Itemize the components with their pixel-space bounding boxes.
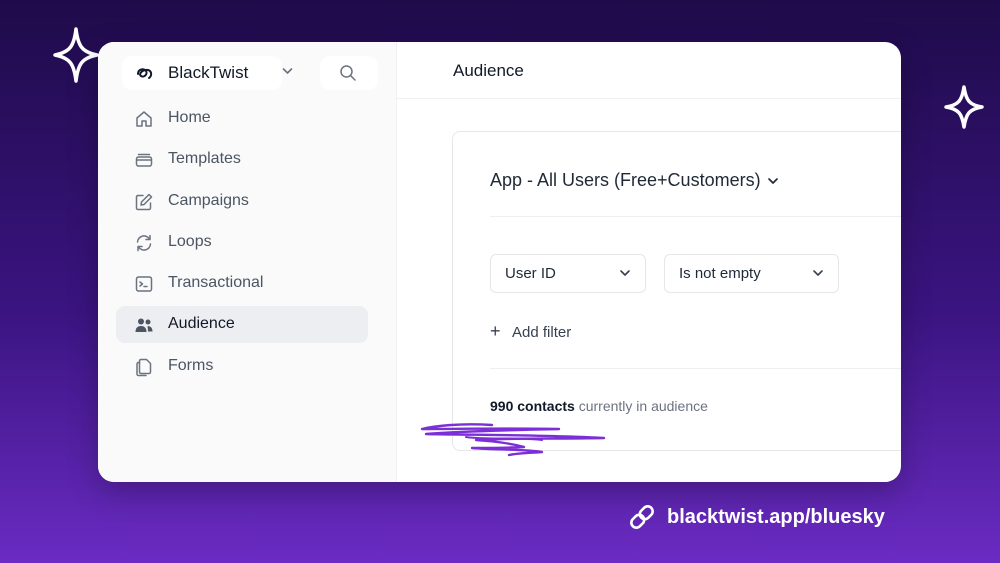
sidebar-item-templates[interactable]: Templates: [116, 141, 368, 178]
link-icon: [630, 505, 654, 529]
app-window: BlackTwist Home Templates Campaigns Loop…: [98, 42, 901, 482]
filter-operator-select[interactable]: Is not empty: [664, 254, 839, 293]
sidebar-item-forms[interactable]: Forms: [116, 348, 368, 385]
home-icon: [136, 111, 152, 127]
logo-icon: [137, 68, 153, 79]
sidebar-item-home[interactable]: Home: [116, 100, 368, 137]
main-content: Audience App - All Users (Free+Customers…: [396, 42, 901, 482]
sidebar-item-label: Campaigns: [168, 191, 249, 209]
divider: [490, 368, 901, 369]
sidebar-item-loops[interactable]: Loops: [116, 224, 368, 261]
chevron-down-icon: [767, 178, 778, 185]
sidebar: BlackTwist Home Templates Campaigns Loop…: [98, 42, 397, 482]
search-icon: [340, 65, 356, 81]
audience-count: 990 contacts currently in audience: [490, 398, 708, 414]
chevron-down-icon: [620, 270, 630, 276]
add-filter-label: Add filter: [512, 324, 572, 341]
sidebar-item-campaigns[interactable]: Campaigns: [116, 183, 368, 220]
sidebar-item-transactional[interactable]: Transactional: [116, 265, 368, 302]
divider: [490, 216, 901, 217]
chevron-down-icon: [813, 270, 823, 276]
audience-select-value: App - All Users (Free+Customers): [490, 170, 761, 190]
sparkle-icon: [53, 27, 99, 83]
forms-icon: [136, 358, 152, 377]
page-title: Audience: [453, 61, 524, 80]
edit-icon: [135, 193, 153, 210]
footer-link[interactable]: blacktwist.app/bluesky: [627, 503, 885, 531]
workspace-name: BlackTwist: [168, 63, 249, 82]
sidebar-item-label: Transactional: [168, 274, 264, 292]
workspace-switcher[interactable]: BlackTwist: [122, 56, 293, 90]
sidebar-item-label: Forms: [168, 356, 214, 374]
plus-icon: +: [490, 321, 501, 341]
filter-field-value: User ID: [505, 265, 556, 282]
terminal-icon: [135, 276, 153, 292]
filter-field-select[interactable]: User ID: [490, 254, 646, 293]
search-button[interactable]: [320, 56, 378, 90]
audience-select[interactable]: App - All Users (Free+Customers): [490, 170, 779, 191]
sidebar-nav: Home Templates Campaigns Loops Transacti…: [116, 100, 368, 389]
page-header: Audience: [396, 42, 901, 99]
sidebar-item-label: Templates: [168, 150, 241, 168]
audience-panel: App - All Users (Free+Customers) User ID…: [452, 131, 901, 451]
sidebar-item-label: Audience: [168, 315, 235, 333]
add-filter-button[interactable]: + Add filter: [490, 321, 571, 342]
count-suffix: currently in audience: [574, 398, 708, 414]
scribble-underline: [420, 423, 606, 457]
sidebar-item-audience[interactable]: Audience: [116, 306, 368, 344]
sidebar-item-label: Home: [168, 109, 211, 126]
contacts-count: 990 contacts: [490, 398, 575, 414]
footer-link-text: blacktwist.app/bluesky: [667, 505, 885, 528]
users-icon: [135, 318, 153, 333]
sidebar-item-label: Loops: [168, 232, 212, 250]
chevron-down-icon: [282, 68, 293, 74]
filter-operator-value: Is not empty: [679, 265, 761, 282]
templates-icon: [135, 154, 153, 168]
loop-icon: [136, 234, 152, 252]
sparkle-icon: [944, 85, 984, 129]
